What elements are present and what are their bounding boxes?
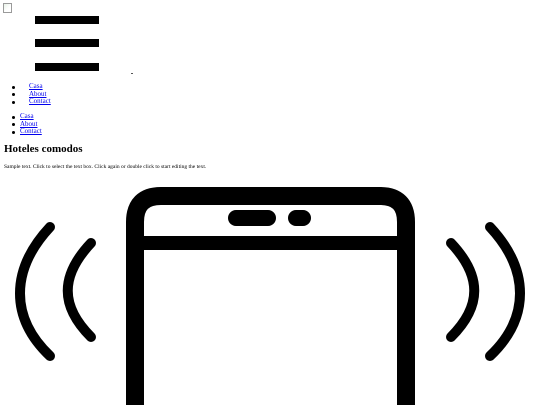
primary-nav-item-contact: Contact	[12, 97, 51, 106]
secondary-nav-link-contact[interactable]: Contact	[20, 127, 42, 135]
logo-broken-image-icon	[3, 3, 12, 13]
primary-nav-list: Casa About Contact	[12, 82, 51, 106]
primary-nav-link-contact[interactable]: Contact	[29, 97, 51, 105]
menu-caption-mark	[131, 73, 133, 74]
phone-vibrating-icon	[15, 187, 525, 405]
vibration-wave-left-outer	[15, 222, 55, 361]
secondary-nav-list: Casa About Contact	[12, 112, 42, 136]
phone-body-outline	[126, 187, 415, 405]
hamburger-bar-top	[35, 16, 99, 24]
page-title: Hoteles comodos	[4, 143, 83, 155]
vibration-wave-right-outer	[485, 222, 525, 361]
vibration-wave-right-inner	[446, 238, 480, 342]
hamburger-bar-middle	[35, 39, 99, 47]
sample-text-box[interactable]: Sample text. Click to select the text bo…	[4, 164, 206, 171]
hamburger-menu-icon[interactable]	[35, 16, 99, 72]
hamburger-bar-bottom	[35, 63, 99, 71]
secondary-nav-item-contact: Contact	[12, 127, 42, 136]
vibration-wave-left-inner	[62, 238, 96, 342]
